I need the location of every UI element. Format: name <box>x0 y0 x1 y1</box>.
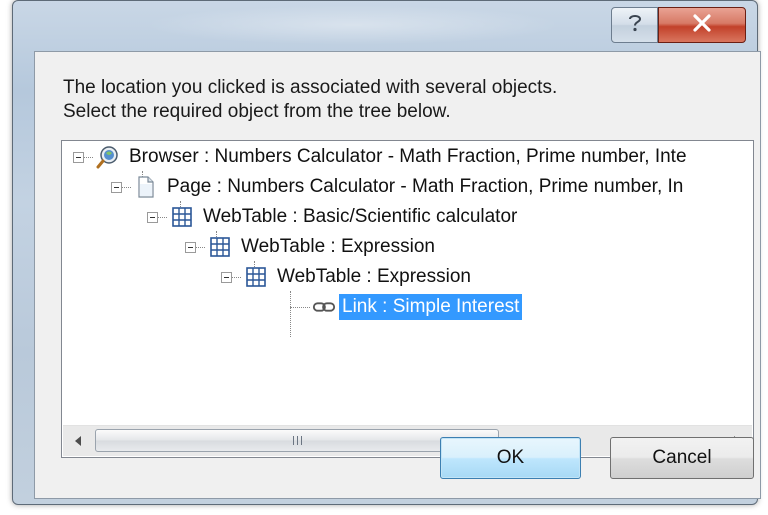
cancel-button[interactable]: Cancel <box>610 437 754 479</box>
instruction-line-2: Select the required object from the tree… <box>63 101 451 122</box>
close-button[interactable] <box>658 7 746 43</box>
link-chain-icon <box>312 295 336 319</box>
tree-node-browser[interactable]: Browser : Numbers Calculator - Math Frac… <box>73 142 690 172</box>
collapse-toggle[interactable] <box>73 151 84 163</box>
titlebar-glass <box>143 5 563 45</box>
dialog-window: The location you clicked is associated w… <box>12 0 761 505</box>
question-mark-icon <box>627 13 643 37</box>
tree-connector <box>84 156 93 158</box>
tree-node-page[interactable]: Page : Numbers Calculator - Math Fractio… <box>111 172 686 202</box>
grip-line <box>300 436 302 445</box>
tree-connector <box>158 216 167 218</box>
collapse-toggle[interactable] <box>111 181 122 193</box>
webtable-grid-icon <box>170 205 194 229</box>
collapse-toggle[interactable] <box>147 211 158 223</box>
tree-connector <box>122 186 131 188</box>
webtable-grid-icon <box>244 265 268 289</box>
tree-connector <box>290 306 310 308</box>
tree-node-label: Browser : Numbers Calculator - Math Frac… <box>129 146 687 167</box>
tree-node-label: WebTable : Expression <box>241 236 435 257</box>
collapse-toggle[interactable] <box>221 271 232 283</box>
dialog-client-area: The location you clicked is associated w… <box>34 51 761 499</box>
scrollbar-thumb[interactable] <box>95 429 499 452</box>
tree-node-label: WebTable : Basic/Scientific calculator <box>203 206 518 227</box>
collapse-toggle[interactable] <box>185 241 196 253</box>
instruction-line-1: The location you clicked is associated w… <box>63 77 558 98</box>
webtable-grid-icon <box>208 235 232 259</box>
object-tree[interactable]: Browser : Numbers Calculator - Math Frac… <box>61 140 754 458</box>
tree-node-label: Page : Numbers Calculator - Math Fractio… <box>167 176 684 197</box>
tree-connector <box>196 246 205 248</box>
page-document-icon <box>134 175 158 199</box>
tree-node-webtable-expression[interactable]: WebTable : Expression <box>185 232 438 262</box>
grip-line <box>292 436 294 445</box>
tree-connector <box>232 276 241 278</box>
close-x-icon <box>692 14 712 36</box>
tree-node-webtable-calculator[interactable]: WebTable : Basic/Scientific calculator <box>147 202 520 232</box>
grip-line <box>296 436 298 445</box>
instruction-text: The location you clicked is associated w… <box>63 76 557 124</box>
browser-globe-icon <box>96 145 120 169</box>
tree-node-label: WebTable : Expression <box>277 266 471 287</box>
scroll-left-arrow-icon[interactable] <box>63 426 93 456</box>
ok-button[interactable]: OK <box>440 437 581 479</box>
tree-node-label-selected: Link : Simple Interest <box>339 294 523 320</box>
tree-node-link-simple-interest[interactable]: Link : Simple Interest <box>290 292 523 322</box>
help-button[interactable] <box>611 7 658 43</box>
tree-node-webtable-expression-inner[interactable]: WebTable : Expression <box>221 262 474 292</box>
